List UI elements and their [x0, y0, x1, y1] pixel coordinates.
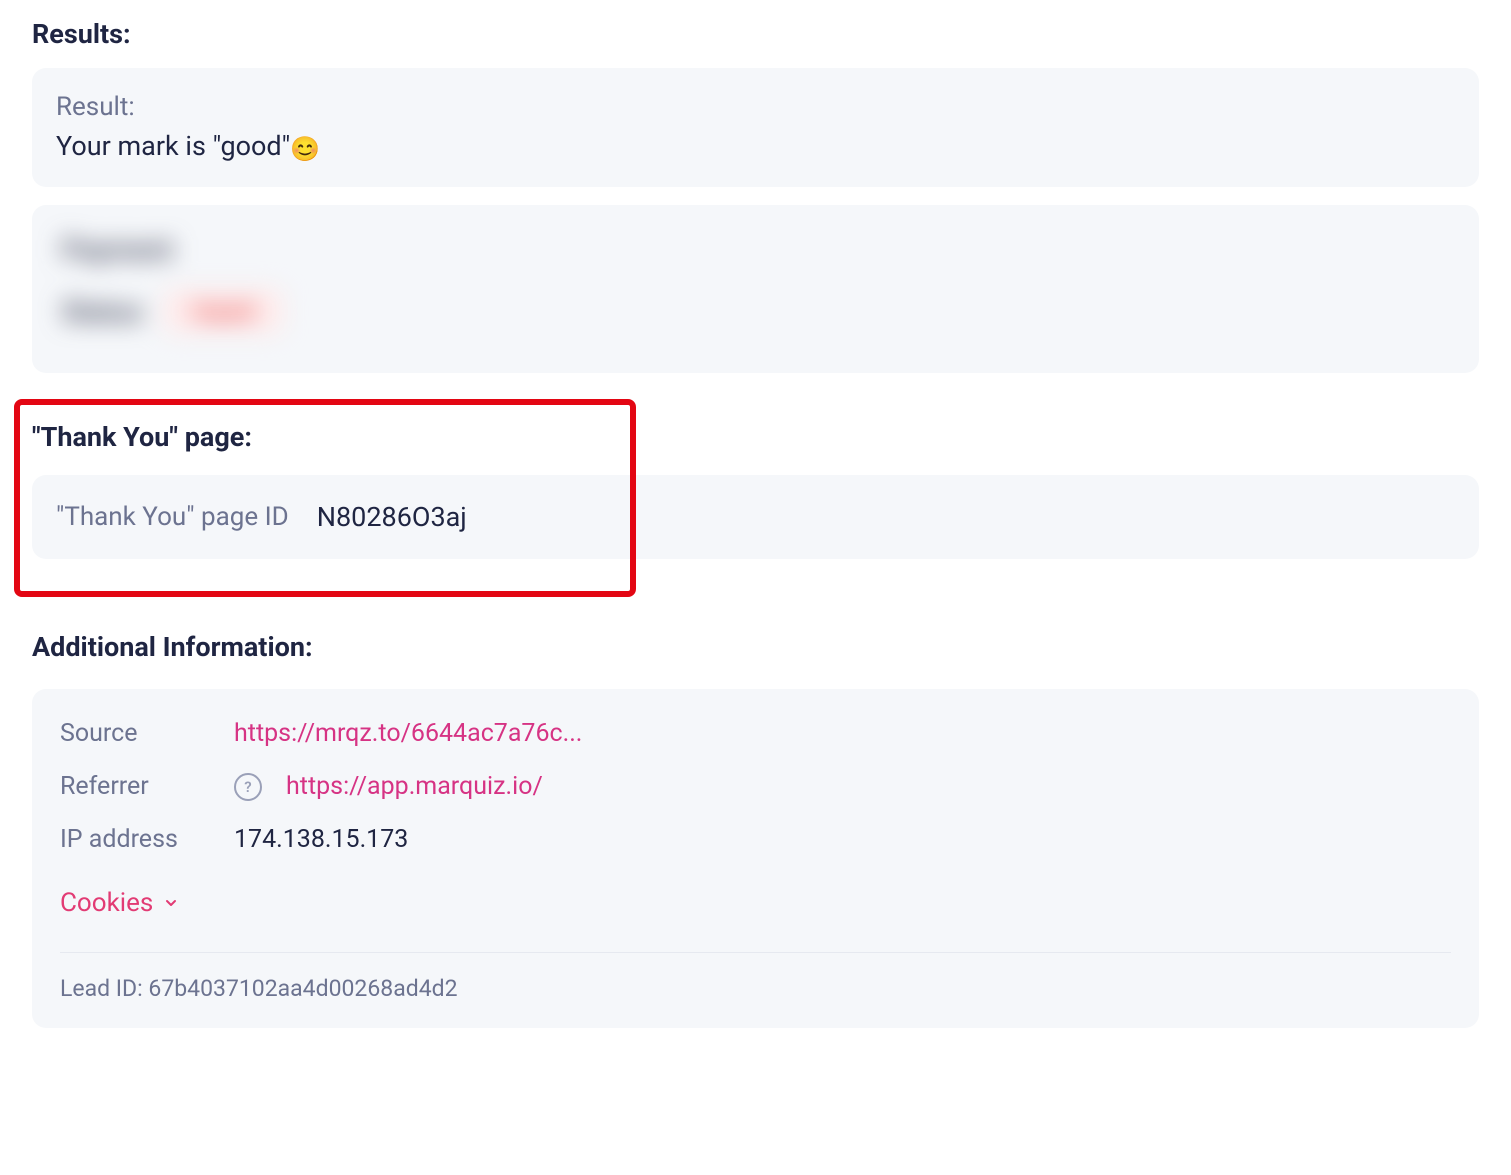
results-panel: Result: Your mark is "good"😊	[32, 68, 1479, 187]
thank-you-section: "Thank You" page: "Thank You" page ID N8…	[32, 421, 1479, 559]
payment-status-badge: Unpaid	[165, 290, 282, 332]
payment-status-label: Status	[62, 295, 143, 328]
lead-id-value: 67b4037102aa4d00268ad4d2	[148, 975, 457, 1002]
source-row: Source https://mrqz.to/6644ac7a76c...	[60, 719, 1451, 748]
additional-info-section: Additional Information: Source https://m…	[32, 631, 1479, 1028]
result-label: Result:	[56, 92, 1455, 122]
thank-you-id-value: N80286O3aj	[317, 501, 467, 533]
source-link[interactable]: https://mrqz.to/6644ac7a76c...	[234, 719, 582, 748]
payment-blur-layer: Payment Status Unpaid	[32, 205, 1479, 360]
result-value: Your mark is "good"😊	[56, 130, 1455, 163]
additional-info-panel: Source https://mrqz.to/6644ac7a76c... Re…	[32, 689, 1479, 1028]
thank-you-panel: "Thank You" page ID N80286O3aj	[32, 475, 1479, 559]
ip-label: IP address	[60, 825, 210, 854]
source-label: Source	[60, 719, 210, 748]
lead-id-prefix: Lead ID:	[60, 975, 148, 1002]
cookies-toggle[interactable]: Cookies	[60, 888, 179, 918]
help-icon[interactable]	[234, 773, 262, 801]
payment-heading: Payment	[62, 233, 1449, 266]
payment-panel-blurred: Payment Status Unpaid	[32, 205, 1479, 373]
cookies-label: Cookies	[60, 888, 153, 918]
thank-you-id-label: "Thank You" page ID	[56, 502, 289, 532]
result-text: Your mark is "good"	[56, 130, 290, 162]
divider	[60, 952, 1451, 953]
lead-id-row: Lead ID: 67b4037102aa4d00268ad4d2	[60, 975, 1451, 1002]
chevron-down-icon	[163, 895, 179, 911]
results-heading: Results:	[32, 18, 1479, 50]
referrer-link[interactable]: https://app.marquiz.io/	[286, 772, 543, 801]
smile-emoji-icon: 😊	[290, 135, 320, 163]
thank-you-heading: "Thank You" page:	[32, 421, 1479, 453]
ip-value: 174.138.15.173	[234, 825, 408, 854]
additional-info-heading: Additional Information:	[32, 631, 1479, 663]
referrer-row: Referrer https://app.marquiz.io/	[60, 772, 1451, 801]
referrer-label: Referrer	[60, 772, 210, 801]
ip-row: IP address 174.138.15.173	[60, 825, 1451, 854]
